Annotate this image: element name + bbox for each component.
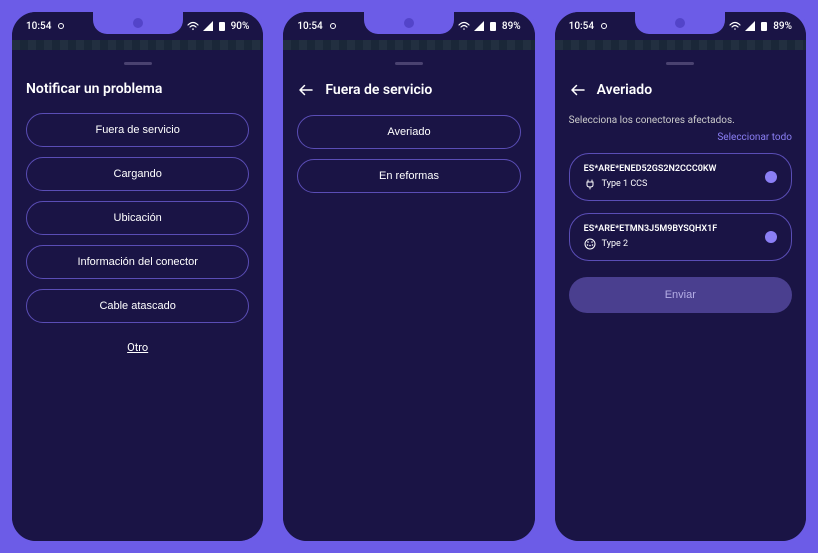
battery-icon (217, 21, 227, 31)
back-button[interactable] (297, 81, 315, 99)
wifi-icon (729, 21, 741, 31)
notch (364, 12, 454, 34)
status-dot-icon (329, 22, 337, 30)
submit-button[interactable]: Enviar (569, 277, 792, 313)
signal-icon (474, 21, 484, 31)
connector-type: Type 1 CCS (602, 179, 648, 189)
connector-id: ES*ARE*ETMN3J5M9BYSQHX1F (584, 224, 718, 234)
background-pattern (12, 40, 263, 50)
radio-selected-icon (765, 231, 777, 243)
option-location[interactable]: Ubicación (26, 201, 249, 235)
other-link[interactable]: Otro (26, 341, 249, 354)
page-title: Averiado (597, 82, 652, 98)
option-out-of-service[interactable]: Fuera de servicio (26, 113, 249, 147)
page-subtitle: Selecciona los conectores afectados. (569, 115, 792, 126)
option-charging[interactable]: Cargando (26, 157, 249, 191)
wifi-icon (187, 21, 199, 31)
connector-type: Type 2 (602, 239, 628, 249)
connector-card-1[interactable]: ES*ARE*ENED52GS2N2CCC0KW Type 1 CCS (569, 153, 792, 201)
wifi-icon (458, 21, 470, 31)
battery-percent: 89% (502, 21, 521, 32)
type2-connector-icon (584, 238, 596, 250)
background-pattern (555, 40, 806, 50)
connector-card-2[interactable]: ES*ARE*ETMN3J5M9BYSQHX1F Type 2 (569, 213, 792, 261)
notch (93, 12, 183, 34)
plug-icon (584, 178, 596, 190)
notch (635, 12, 725, 34)
background-pattern (283, 40, 534, 50)
option-broken[interactable]: Averiado (297, 115, 520, 149)
page-title: Fuera de servicio (325, 82, 432, 98)
back-button[interactable] (569, 81, 587, 99)
sheet-handle[interactable] (666, 62, 694, 65)
sheet-handle[interactable] (395, 62, 423, 65)
connector-id: ES*ARE*ENED52GS2N2CCC0KW (584, 164, 717, 174)
status-time: 10:54 (569, 21, 594, 32)
status-dot-icon (57, 22, 65, 30)
bottom-sheet: Fuera de servicio Averiado En reformas (283, 50, 534, 541)
signal-icon (745, 21, 755, 31)
bottom-sheet: Notificar un problema Fuera de servicio … (12, 50, 263, 541)
sheet-handle[interactable] (124, 62, 152, 65)
option-renovation[interactable]: En reformas (297, 159, 520, 193)
status-dot-icon (600, 22, 608, 30)
phone-screen-1: 10:54 90% Notificar un problema Fuera de… (8, 8, 267, 545)
bottom-sheet: Averiado Selecciona los conectores afect… (555, 50, 806, 541)
phone-screen-3: 10:54 89% Averiado Selecciona (551, 8, 810, 545)
option-cable-stuck[interactable]: Cable atascado (26, 289, 249, 323)
battery-icon (488, 21, 498, 31)
battery-percent: 89% (773, 21, 792, 32)
signal-icon (203, 21, 213, 31)
battery-percent: 90% (231, 21, 250, 32)
page-title: Notificar un problema (26, 81, 162, 97)
phone-screen-2: 10:54 89% Fuera de servicio Av (279, 8, 538, 545)
option-connector-info[interactable]: Información del conector (26, 245, 249, 279)
radio-selected-icon (765, 171, 777, 183)
battery-icon (759, 21, 769, 31)
status-time: 10:54 (26, 21, 51, 32)
select-all-link[interactable]: Seleccionar todo (717, 132, 792, 143)
status-time: 10:54 (297, 21, 322, 32)
